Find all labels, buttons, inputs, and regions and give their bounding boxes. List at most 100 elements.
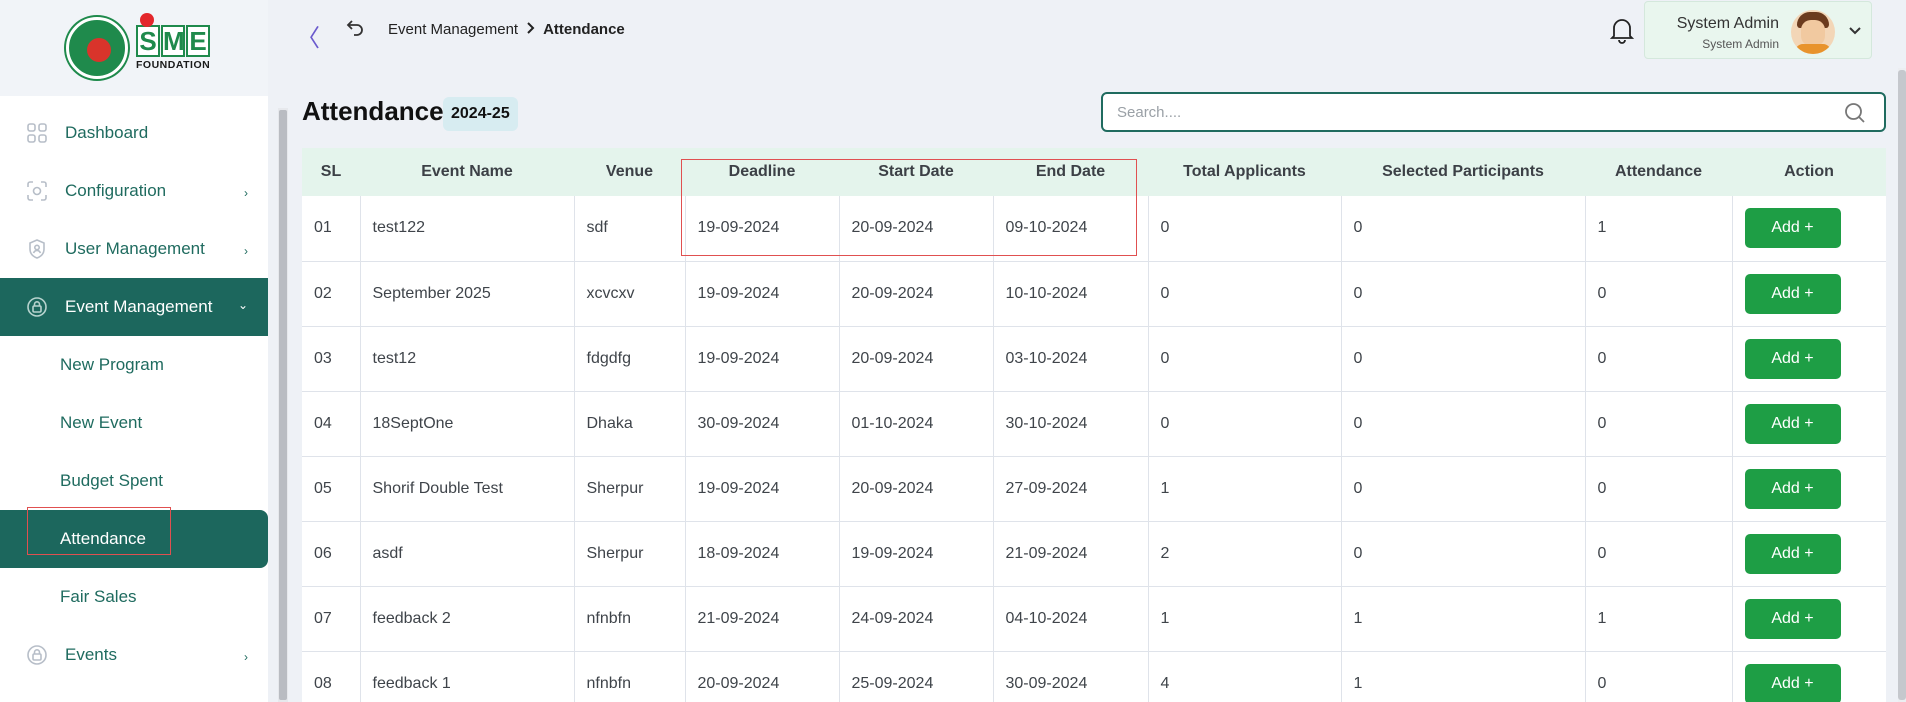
action-cell: Add + [1732, 521, 1886, 586]
table-cell: 20-09-2024 [839, 261, 994, 326]
table-cell: 10-10-2024 [993, 261, 1149, 326]
grid-icon [26, 122, 48, 144]
table-cell: test122 [360, 196, 575, 261]
table-cell: fdgdfg [574, 326, 686, 391]
table-cell: 20-09-2024 [839, 326, 994, 391]
col-header: Attendance [1614, 163, 1703, 180]
breadcrumb-parent[interactable]: Event Management [388, 21, 518, 38]
lock-icon [26, 296, 48, 318]
table-cell: 05 [302, 456, 361, 521]
action-cell: Add + [1732, 261, 1886, 326]
lock-icon [26, 644, 48, 666]
sidebar-subitem-new-event[interactable]: New Event [0, 394, 268, 452]
table-cell: 0 [1585, 326, 1733, 391]
table-cell: 20-09-2024 [839, 456, 994, 521]
table-row: 03 test12 fdgdfg 19-09-2024 20-09-2024 03-10-… [302, 326, 1886, 391]
logo[interactable]: SME FOUNDATION [0, 0, 268, 96]
back-icon[interactable] [346, 18, 364, 42]
table-cell: 04 [302, 391, 361, 456]
col-header: End Date [1035, 163, 1106, 180]
table-cell: 18SeptOne [360, 391, 575, 456]
table-cell: Sherpur [574, 456, 686, 521]
search-input[interactable] [1103, 94, 1803, 130]
table-cell: 06 [302, 521, 361, 586]
table-row: 04 18SeptOne Dhaka 30-09-2024 01-10-2024 30-1… [302, 391, 1886, 456]
breadcrumb-current: Attendance [543, 21, 625, 38]
sidebar-subitem-budget-spent[interactable]: Budget Spent [0, 452, 268, 510]
table-cell: 01 [302, 196, 361, 261]
user-name: System Admin [1676, 15, 1779, 32]
user-menu[interactable]: System Admin System Admin [1644, 1, 1872, 59]
table-cell: 08 [302, 651, 361, 702]
sidebar-subitem-label: Attendance [60, 529, 147, 548]
search-icon[interactable] [1844, 102, 1865, 123]
sidebar-item-label: User Management [65, 239, 205, 258]
table-cell: 1 [1341, 586, 1586, 651]
govt-emblem-icon [66, 17, 128, 79]
action-cell: Add + [1732, 456, 1886, 521]
table-cell: 0 [1585, 521, 1733, 586]
add-attendance-button[interactable]: Add + [1744, 533, 1841, 574]
table-cell: 30-10-2024 [993, 391, 1149, 456]
sidebar-subitem-attendance[interactable]: Attendance [0, 507, 268, 568]
table-cell: 19-09-2024 [839, 521, 994, 586]
sidebar-item-dashboard[interactable]: Dashboard [0, 104, 268, 162]
col-header: Selected Participants [1382, 163, 1544, 180]
table-cell: 09-10-2024 [993, 196, 1149, 261]
table-cell: 21-09-2024 [685, 586, 840, 651]
table-cell: 19-09-2024 [685, 261, 840, 326]
sidebar-scrollbar[interactable] [278, 108, 288, 702]
table-cell: 19-09-2024 [685, 196, 840, 261]
table-cell: 19-09-2024 [685, 456, 840, 521]
year-badge: 2024-25 [443, 97, 518, 131]
table-row: 06 asdf Sherpur 18-09-2024 19-09-2024 21-09-2… [302, 521, 1886, 586]
add-attendance-button[interactable]: Add + [1744, 403, 1841, 444]
add-attendance-button[interactable]: Add + [1744, 338, 1841, 379]
table-cell: 03-10-2024 [993, 326, 1149, 391]
chevron-right-icon: › [244, 186, 248, 200]
table-cell: Dhaka [574, 391, 686, 456]
table-cell: Shorif Double Test [360, 456, 575, 521]
add-attendance-button[interactable]: Add + [1744, 208, 1841, 249]
table-cell: 0 [1341, 326, 1586, 391]
chevron-down-icon: ⌄ [237, 298, 248, 312]
table-cell: feedback 2 [360, 586, 575, 651]
search-box [1101, 92, 1886, 132]
action-cell: Add + [1732, 391, 1886, 456]
sidebar-item-events[interactable]: Events › [0, 626, 268, 684]
sidebar-subitem-fair-sales[interactable]: Fair Sales [0, 568, 268, 626]
table-row: 08 feedback 1 nfnbfn 20-09-2024 25-09-2024 30… [302, 651, 1886, 702]
sidebar-item-event-management[interactable]: Event Management ⌄ [0, 278, 268, 336]
table-cell: xcvcxv [574, 261, 686, 326]
sidebar-subitem-new-program[interactable]: New Program [0, 336, 268, 394]
table-cell: 1 [1148, 456, 1342, 521]
col-header: Action [1784, 163, 1834, 180]
table-cell: 18-09-2024 [685, 521, 840, 586]
chevron-down-icon [1849, 22, 1861, 38]
add-attendance-button[interactable]: Add + [1744, 598, 1841, 639]
table-cell: 01-10-2024 [839, 391, 994, 456]
table-row: 01 test122 sdf 19-09-2024 20-09-2024 09-10-20… [302, 196, 1886, 261]
table-cell: 02 [302, 261, 361, 326]
add-attendance-button[interactable]: Add + [1744, 663, 1841, 702]
page-scrollbar[interactable] [1898, 68, 1906, 702]
sidebar-item-configuration[interactable]: Configuration › [0, 162, 268, 220]
table-cell: 0 [1341, 521, 1586, 586]
table-cell: 21-09-2024 [993, 521, 1149, 586]
col-header: Venue [605, 163, 654, 180]
table-cell: feedback 1 [360, 651, 575, 702]
table-cell: 0 [1148, 391, 1342, 456]
table-cell: 0 [1341, 456, 1586, 521]
bell-icon[interactable] [1609, 16, 1635, 44]
add-attendance-button[interactable]: Add + [1744, 468, 1841, 509]
col-header: SL [320, 163, 342, 180]
avatar [1791, 10, 1835, 54]
sidebar-item-user-management[interactable]: User Management › [0, 220, 268, 278]
add-attendance-button[interactable]: Add + [1744, 273, 1841, 314]
chevron-right-icon [526, 21, 535, 38]
table-row: 05 Shorif Double Test Sherpur 19-09-2024 20-… [302, 456, 1886, 521]
table-cell: 03 [302, 326, 361, 391]
table-cell: 0 [1585, 261, 1733, 326]
collapse-sidebar-icon[interactable]: 〈 [296, 18, 320, 53]
table-cell: nfnbfn [574, 586, 686, 651]
